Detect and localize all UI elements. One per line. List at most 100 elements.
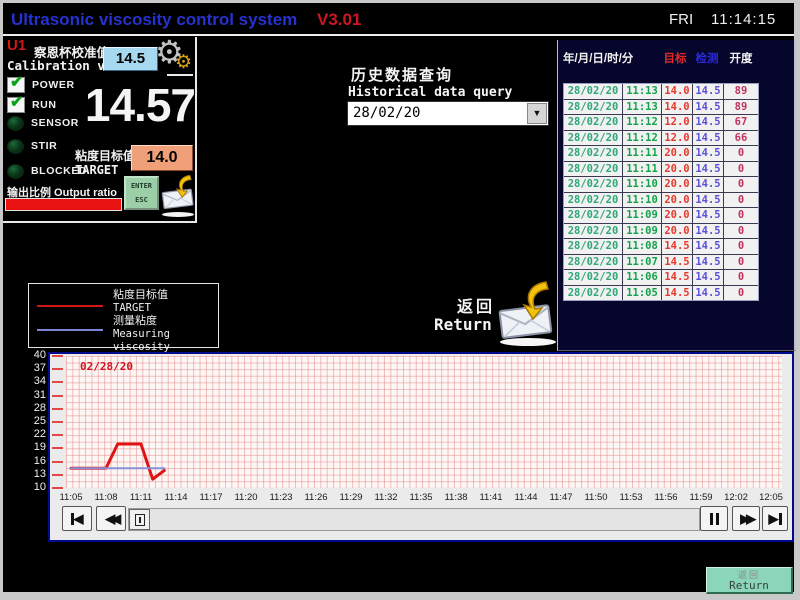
history-cell-measure: 14.5 xyxy=(693,146,724,161)
history-cell-open: 0 xyxy=(724,177,758,192)
app-title: Ultrasonic viscosity control system xyxy=(11,10,297,30)
x-tick-label: 11:23 xyxy=(264,492,298,503)
slider-thumb-icon xyxy=(135,514,145,526)
x-tick-label: 11:14 xyxy=(159,492,193,503)
y-tick-mark xyxy=(52,408,63,410)
history-cell-date: 28/02/20 xyxy=(564,239,623,254)
history-cell-date: 28/02/20 xyxy=(564,162,623,177)
x-tick-label: 11:47 xyxy=(544,492,578,503)
indicator-label: STIR xyxy=(31,140,57,152)
gear-small-icon: ⚙ xyxy=(175,51,192,74)
history-cell-date: 28/02/20 xyxy=(564,193,623,208)
x-tick-label: 11:41 xyxy=(474,492,508,503)
legend-measured-en: Measuring viscosity xyxy=(113,328,218,354)
y-tick-mark xyxy=(52,474,63,476)
history-cell-time: 11:13 xyxy=(623,84,662,99)
history-cell-target: 14.0 xyxy=(662,84,693,99)
y-tick-label: 34 xyxy=(18,375,46,387)
history-cell-target: 20.0 xyxy=(662,162,693,177)
y-tick-label: 13 xyxy=(18,468,46,480)
clock: 11:14:15 xyxy=(711,11,776,28)
target-label-zh: 粘度目标值 xyxy=(75,147,135,164)
lamp-off-icon xyxy=(7,164,24,179)
x-tick-label: 11:29 xyxy=(334,492,368,503)
return-shortcut[interactable]: 返回 Return xyxy=(428,278,570,350)
history-row: 28/02/2011:1020.014.50 xyxy=(564,177,758,193)
return-envelope-icon[interactable] xyxy=(494,278,558,342)
history-cell-target: 12.0 xyxy=(662,131,693,146)
skip-start-button[interactable]: ◀ xyxy=(62,506,92,531)
x-tick-label: 11:56 xyxy=(649,492,683,503)
pause-button[interactable] xyxy=(700,506,728,531)
col-header-datetime: 年/月/日/时/分 xyxy=(563,50,659,66)
mail-shortcut-icon[interactable] xyxy=(159,172,197,212)
envelope-shadow xyxy=(162,212,194,217)
history-cell-open: 89 xyxy=(724,84,758,99)
history-cell-target: 14.0 xyxy=(662,100,693,115)
legend-measured-zh: 测量粘度 xyxy=(113,315,157,328)
history-cell-time: 11:12 xyxy=(623,115,662,130)
date-select[interactable]: 28/02/20 ▼ xyxy=(347,101,549,126)
x-tick-label: 11:11 xyxy=(124,492,158,503)
history-cell-measure: 14.5 xyxy=(693,286,724,301)
return-button[interactable]: 返回 Return xyxy=(706,567,793,594)
y-tick-mark xyxy=(52,461,63,463)
y-tick-mark xyxy=(52,395,63,397)
date-select-value: 28/02/20 xyxy=(353,105,420,121)
envelope-icon xyxy=(494,278,558,342)
history-cell-date: 28/02/20 xyxy=(564,255,623,270)
return-label-zh: 返回 xyxy=(457,293,495,317)
envelope-shadow xyxy=(500,338,556,346)
fast-forward-icon: ▶▶ xyxy=(740,511,752,527)
history-cell-target: 20.0 xyxy=(662,208,693,223)
legend-target-zh: 粘度目标值 xyxy=(113,289,168,302)
plot-date-annotation: 02/28/20 xyxy=(80,360,133,373)
y-tick-mark xyxy=(52,355,63,357)
return-label-en: Return xyxy=(434,315,492,334)
timeline-scrollbar-thumb[interactable] xyxy=(129,509,150,530)
timeline-scrollbar-track[interactable] xyxy=(128,508,700,531)
history-cell-measure: 14.5 xyxy=(693,193,724,208)
x-tick-label: 11:20 xyxy=(229,492,263,503)
history-cell-time: 11:09 xyxy=(623,208,662,223)
unit-id: U1 xyxy=(7,37,26,54)
x-tick-label: 12:05 xyxy=(754,492,788,503)
x-tick-label: 12:02 xyxy=(719,492,753,503)
skip-end-icon: ▶ xyxy=(769,511,779,527)
settings-gear-icon[interactable]: ⚙ ⚙ xyxy=(153,37,197,79)
history-cell-date: 28/02/20 xyxy=(564,224,623,239)
y-tick-label: 37 xyxy=(18,362,46,374)
history-cell-time: 11:12 xyxy=(623,131,662,146)
fast-forward-button[interactable]: ▶▶ xyxy=(732,506,760,531)
enter-esc-button[interactable]: ENTER ESC xyxy=(124,176,159,210)
series-lines xyxy=(66,356,782,488)
target-value-field[interactable]: 14.0 xyxy=(131,145,193,171)
history-cell-time: 11:11 xyxy=(623,146,662,161)
history-row: 28/02/2011:1314.014.589 xyxy=(564,84,758,100)
x-tick-label: 11:53 xyxy=(614,492,648,503)
history-row: 28/02/2011:0814.514.50 xyxy=(564,239,758,255)
y-tick-mark xyxy=(52,434,63,436)
chart-y-axis: 4037343128252219161310 xyxy=(18,352,46,542)
skip-end-button[interactable]: ▶ xyxy=(762,506,788,531)
y-tick-label: 40 xyxy=(18,349,46,361)
history-cell-open: 0 xyxy=(724,146,758,161)
lamp-off-icon xyxy=(7,139,24,154)
history-cell-open: 0 xyxy=(724,224,758,239)
output-ratio-bar xyxy=(5,198,122,211)
rewind-button[interactable]: ◀◀ xyxy=(96,506,126,531)
chevron-down-icon[interactable]: ▼ xyxy=(527,103,547,124)
x-tick-label: 11:35 xyxy=(404,492,438,503)
y-tick-label: 10 xyxy=(18,481,46,493)
history-cell-time: 11:06 xyxy=(623,270,662,285)
history-cell-time: 11:13 xyxy=(623,100,662,115)
history-panel: 年/月/日/时/分 目标 检测 开度 28/02/2011:1314.014.5… xyxy=(557,40,796,351)
checkbox-checked-icon xyxy=(7,77,25,93)
calibration-value-field[interactable]: 14.5 xyxy=(103,47,158,71)
rewind-icon: ◀◀ xyxy=(105,511,117,527)
history-cell-target: 14.5 xyxy=(662,239,693,254)
history-row: 28/02/2011:0920.014.50 xyxy=(564,224,758,240)
history-cell-measure: 14.5 xyxy=(693,208,724,223)
legend-target-en: TARGET xyxy=(113,302,151,315)
history-cell-date: 28/02/20 xyxy=(564,115,623,130)
